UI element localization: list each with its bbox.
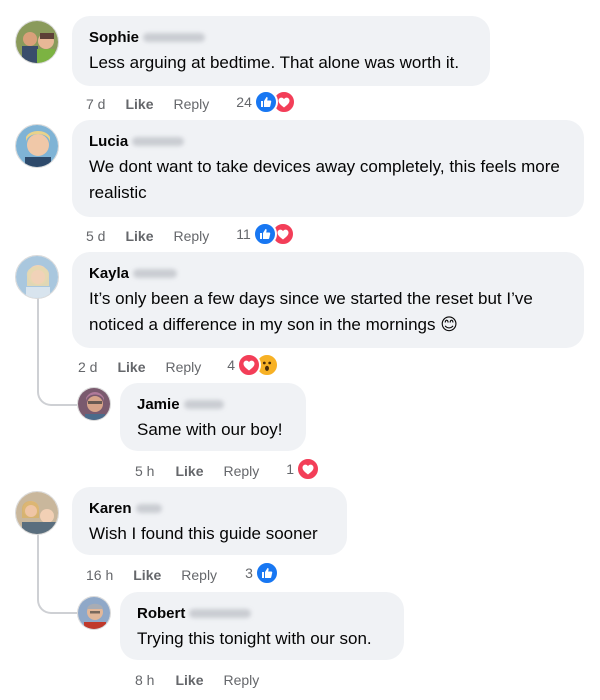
comment-timestamp[interactable]: 8 h — [135, 672, 154, 688]
comment-author[interactable]: Karen — [89, 499, 330, 518]
reaction-summary[interactable]: 24 — [236, 90, 296, 114]
like-icon — [253, 90, 278, 114]
comment-text: It’s only been a few days since we start… — [89, 289, 533, 334]
avatar[interactable] — [15, 20, 59, 64]
comment-bubble: Robert Trying this tonight with our son. — [120, 592, 404, 660]
comment-actions: 5 h Like Reply 1 — [135, 457, 321, 481]
reply-button[interactable]: Reply — [173, 228, 209, 244]
comment-timestamp[interactable]: 16 h — [86, 567, 113, 583]
reaction-summary[interactable]: 3 — [245, 561, 279, 585]
reaction-count: 4 — [227, 357, 236, 373]
comment-bubble: Kayla It’s only been a few days since we… — [72, 252, 584, 348]
love-icon — [237, 353, 262, 377]
comment-actions: 16 h Like Reply 3 — [86, 561, 279, 585]
comment-actions: 7 d Like Reply 24 — [86, 90, 296, 114]
comment-text: Wish I found this guide sooner — [89, 524, 318, 543]
avatar-image — [78, 597, 110, 629]
like-button[interactable]: Like — [133, 567, 161, 583]
reaction-count: 24 — [236, 94, 252, 110]
blurred-surname — [135, 504, 162, 513]
comment-actions: 5 d Like Reply 11 — [86, 222, 295, 246]
blurred-surname — [183, 400, 224, 409]
avatar[interactable] — [15, 255, 59, 299]
like-button[interactable]: Like — [125, 96, 153, 112]
reaction-summary[interactable]: 4 — [227, 353, 280, 377]
like-button[interactable]: Like — [175, 672, 203, 688]
reply-button[interactable]: Reply — [181, 567, 217, 583]
like-icon — [252, 222, 277, 246]
blurred-surname — [133, 269, 178, 278]
comment-timestamp[interactable]: 7 d — [86, 96, 105, 112]
avatar-image — [16, 492, 58, 534]
comment-actions: 2 d Like Reply 4 — [78, 353, 280, 377]
comment-author[interactable]: Robert — [137, 604, 387, 623]
avatar[interactable] — [77, 387, 111, 421]
comment-bubble: Lucia We dont want to take devices away … — [72, 120, 584, 217]
comment-author[interactable]: Sophie — [89, 28, 473, 47]
avatar-image — [16, 125, 58, 167]
comment-timestamp[interactable]: 5 h — [135, 463, 154, 479]
comment-bubble: Sophie Less arguing at bedtime. That alo… — [72, 16, 490, 86]
avatar[interactable] — [15, 491, 59, 535]
comment-author[interactable]: Kayla — [89, 264, 567, 283]
reaction-count: 11 — [236, 226, 251, 242]
blurred-surname — [189, 609, 252, 618]
blurred-surname — [143, 33, 206, 42]
reply-button[interactable]: Reply — [223, 672, 259, 688]
reaction-count: 3 — [245, 565, 253, 581]
like-button[interactable]: Like — [175, 463, 203, 479]
comment-bubble: Karen Wish I found this guide sooner — [72, 487, 347, 555]
comment-author[interactable]: Lucia — [89, 132, 567, 151]
comment-text: Same with our boy! — [137, 420, 283, 439]
comment-text: Trying this tonight with our son. — [137, 629, 372, 648]
comment-bubble: Jamie Same with our boy! — [120, 383, 306, 451]
comment-author[interactable]: Jamie — [137, 395, 289, 414]
like-button[interactable]: Like — [117, 359, 145, 375]
reply-button[interactable]: Reply — [165, 359, 201, 375]
avatar-image — [16, 21, 58, 63]
avatar-image — [78, 388, 110, 420]
avatar-image — [16, 256, 58, 298]
comment-text: We dont want to take devices away comple… — [89, 157, 560, 202]
blurred-surname — [132, 137, 185, 146]
reply-thread-line — [37, 296, 77, 406]
like-button[interactable]: Like — [125, 228, 153, 244]
reaction-summary[interactable]: 11 — [236, 222, 295, 246]
reply-button[interactable]: Reply — [223, 463, 259, 479]
comment-timestamp[interactable]: 5 d — [86, 228, 105, 244]
reply-button[interactable]: Reply — [173, 96, 209, 112]
like-icon — [254, 561, 279, 585]
reply-thread-line — [37, 534, 77, 614]
comment-text: Less arguing at bedtime. That alone was … — [89, 53, 460, 72]
avatar[interactable] — [77, 596, 111, 630]
comment-timestamp[interactable]: 2 d — [78, 359, 97, 375]
reaction-count: 1 — [286, 461, 295, 477]
reaction-summary[interactable]: 1 — [286, 457, 321, 481]
avatar[interactable] — [15, 124, 59, 168]
comment-actions: 8 h Like Reply — [135, 670, 259, 690]
love-icon — [296, 457, 321, 481]
